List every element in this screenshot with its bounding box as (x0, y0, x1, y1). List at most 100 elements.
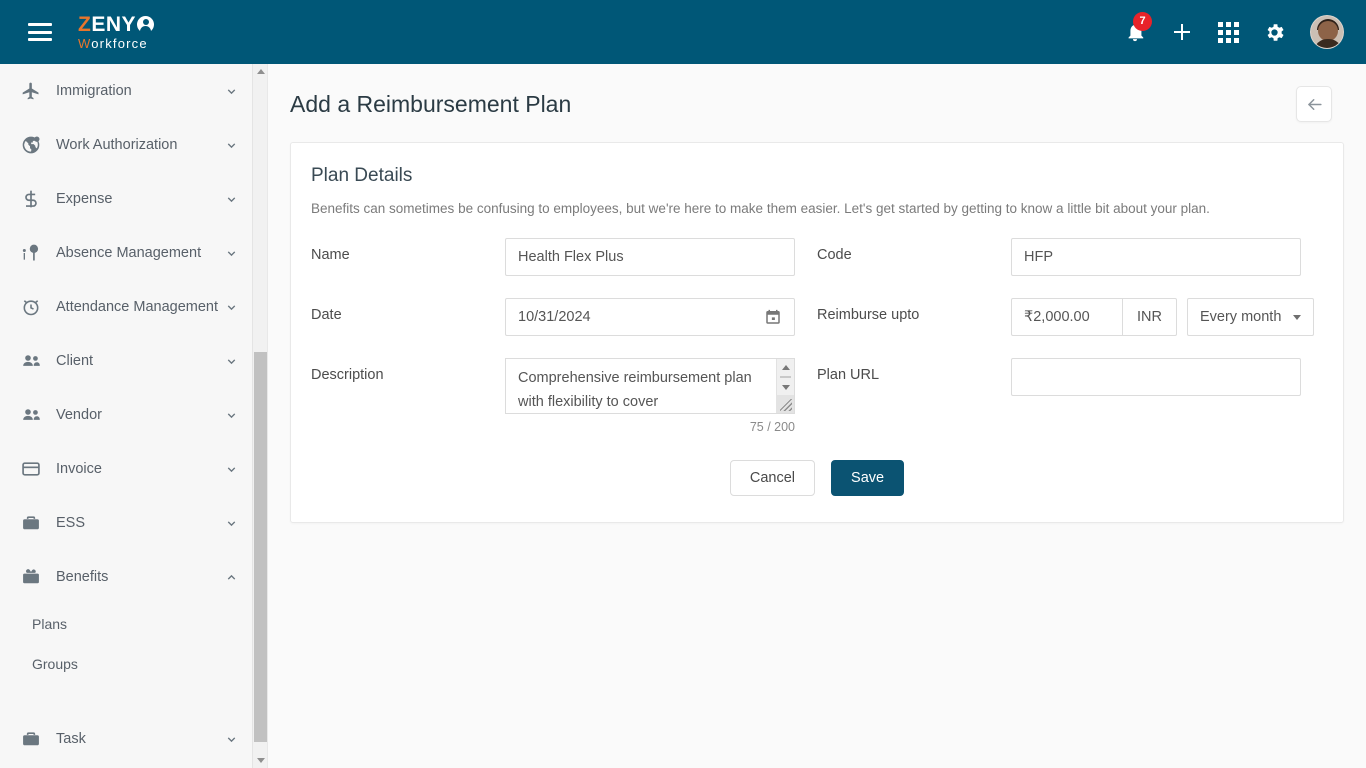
form-actions: Cancel Save (311, 460, 1323, 496)
sidebar-item-client[interactable]: Client (0, 334, 252, 388)
code-input[interactable]: HFP (1011, 238, 1301, 276)
sidebar-item-vendor[interactable]: Vendor (0, 388, 252, 442)
sidebar-item-absence-management[interactable]: Absence Management (0, 226, 252, 280)
sidebar-item-label: Expense (56, 191, 113, 207)
page-header: Add a Reimbursement Plan (268, 64, 1366, 122)
hamburger-bar (28, 38, 52, 41)
chevron-down-icon (227, 142, 236, 148)
chevron-down-icon (227, 88, 236, 94)
user-avatar[interactable] (1310, 15, 1344, 49)
benefits-box-icon (20, 566, 42, 588)
sidebar-item-work-authorization[interactable]: Work Authorization (0, 118, 252, 172)
calendar-icon[interactable] (764, 308, 782, 326)
grid-apps-icon (1218, 21, 1239, 43)
form-grid: Name Health Flex Plus Date 10/31/2024 De… (311, 238, 1323, 456)
chevron-down-icon (227, 304, 236, 310)
avatar-face (1318, 21, 1338, 41)
people-icon (20, 404, 42, 426)
hamburger-bar (28, 23, 52, 26)
date-label: Date (311, 307, 342, 323)
field-row-description: Description Comprehensive reimbursement … (311, 358, 817, 434)
sidebar-item-attendance-management[interactable]: Attendance Management (0, 280, 252, 334)
field-row-code: Code HFP (817, 238, 1323, 276)
sidebar-item-immigration[interactable]: Immigration (0, 64, 252, 118)
chevron-down-icon (227, 196, 236, 202)
sidebar-subitem-plans[interactable]: Plans (0, 604, 252, 644)
chevron-down-icon (227, 250, 236, 256)
hamburger-icon[interactable] (28, 23, 52, 41)
person-tree-icon (20, 242, 42, 264)
scroll-up-arrow-icon[interactable] (253, 64, 268, 79)
reimburse-field-wrap: ₹2,000.00 INR Every month (1011, 298, 1323, 336)
notification-badge: 7 (1133, 12, 1152, 31)
dollar-icon (20, 188, 42, 210)
field-row-date: Date 10/31/2024 (311, 298, 817, 336)
gear-icon (1267, 23, 1284, 41)
sidebar-item-label: Task (56, 731, 86, 747)
currency-code: INR (1137, 309, 1162, 325)
description-textarea-value: Comprehensive reimbursement plan with fl… (518, 370, 752, 410)
settings-button[interactable] (1263, 21, 1286, 44)
plan-url-field-wrap (1011, 358, 1323, 396)
code-field-wrap: HFP (1011, 238, 1323, 276)
amount-input[interactable]: ₹2,000.00 (1012, 309, 1122, 325)
topbar-actions: 7 (1124, 12, 1344, 49)
app-logo[interactable]: Z ENY Workforce (78, 14, 155, 50)
date-input[interactable]: 10/31/2024 (505, 298, 795, 336)
sidebar-item-label: Immigration (56, 83, 132, 99)
sidebar-item-label: Invoice (56, 461, 102, 477)
name-label: Name (311, 247, 350, 263)
sidebar-item-label: Vendor (56, 407, 102, 423)
frequency-select-value: Every month (1199, 309, 1282, 325)
add-button[interactable] (1170, 20, 1194, 44)
textarea-resize-handle[interactable] (776, 395, 794, 413)
code-label: Code (817, 247, 852, 263)
sidebar-scrollbar[interactable] (252, 64, 267, 768)
textarea-scroll-down-arrow-icon[interactable] (777, 379, 794, 395)
sidebar-item-expense[interactable]: Expense (0, 172, 252, 226)
airplane-icon (20, 80, 42, 102)
reimburse-upto-label: Reimburse upto (817, 307, 920, 323)
name-field-wrap: Health Flex Plus (505, 238, 817, 276)
sidebar-item-task[interactable]: Task (0, 712, 252, 766)
textarea-scroll-track (780, 376, 791, 378)
plan-url-label: Plan URL (817, 367, 880, 383)
sidebar-item-label: Benefits (56, 569, 109, 585)
description-field-wrap: Comprehensive reimbursement plan with fl… (505, 358, 817, 434)
plan-details-card: Plan Details Benefits can sometimes be c… (290, 142, 1344, 523)
frequency-select[interactable]: Every month (1186, 298, 1315, 336)
sidebar-item-label: Absence Management (56, 245, 202, 261)
notifications-button[interactable]: 7 (1124, 12, 1152, 43)
logo-letter-w: W (78, 36, 92, 51)
page-title: Add a Reimbursement Plan (290, 90, 572, 117)
sidebar-scrollbar-thumb[interactable] (254, 352, 267, 742)
alarm-clock-icon (20, 296, 42, 318)
sidebar-item-invoice[interactable]: Invoice (0, 442, 252, 496)
sidebar-item-ess[interactable]: ESS (0, 496, 252, 550)
plan-url-input[interactable] (1011, 358, 1301, 396)
name-input[interactable]: Health Flex Plus (505, 238, 795, 276)
apps-button[interactable] (1218, 21, 1239, 43)
card-title: Plan Details (311, 165, 413, 186)
back-button[interactable] (1296, 86, 1332, 122)
hamburger-bar (28, 30, 52, 34)
avatar-body (1314, 39, 1342, 48)
field-row-name: Name Health Flex Plus (311, 238, 817, 276)
save-button[interactable]: Save (831, 460, 905, 496)
cancel-button[interactable]: Cancel (729, 460, 816, 496)
scroll-down-arrow-icon[interactable] (253, 753, 268, 768)
sidebar-item-benefits[interactable]: Benefits (0, 550, 252, 604)
form-column-right: Code HFP Reimburse upto ₹2,000.00 INR Ev… (817, 238, 1323, 456)
sidebar-item-label: ESS (56, 515, 86, 531)
date-field-wrap: 10/31/2024 (505, 298, 817, 336)
amount-currency-box: ₹2,000.00 INR (1011, 298, 1177, 336)
textarea-scroll-up-arrow-icon[interactable] (777, 359, 794, 375)
chevron-down-icon (1293, 314, 1302, 320)
sidebar-subitem-groups[interactable]: Groups (0, 644, 252, 684)
logo-secondary-text: Workforce (78, 37, 154, 50)
globe-check-icon (20, 134, 42, 156)
arrow-left-icon (1307, 98, 1322, 110)
logo-person-circle-icon (137, 16, 155, 33)
description-label: Description (311, 367, 384, 383)
description-textarea[interactable]: Comprehensive reimbursement plan with fl… (505, 358, 795, 414)
